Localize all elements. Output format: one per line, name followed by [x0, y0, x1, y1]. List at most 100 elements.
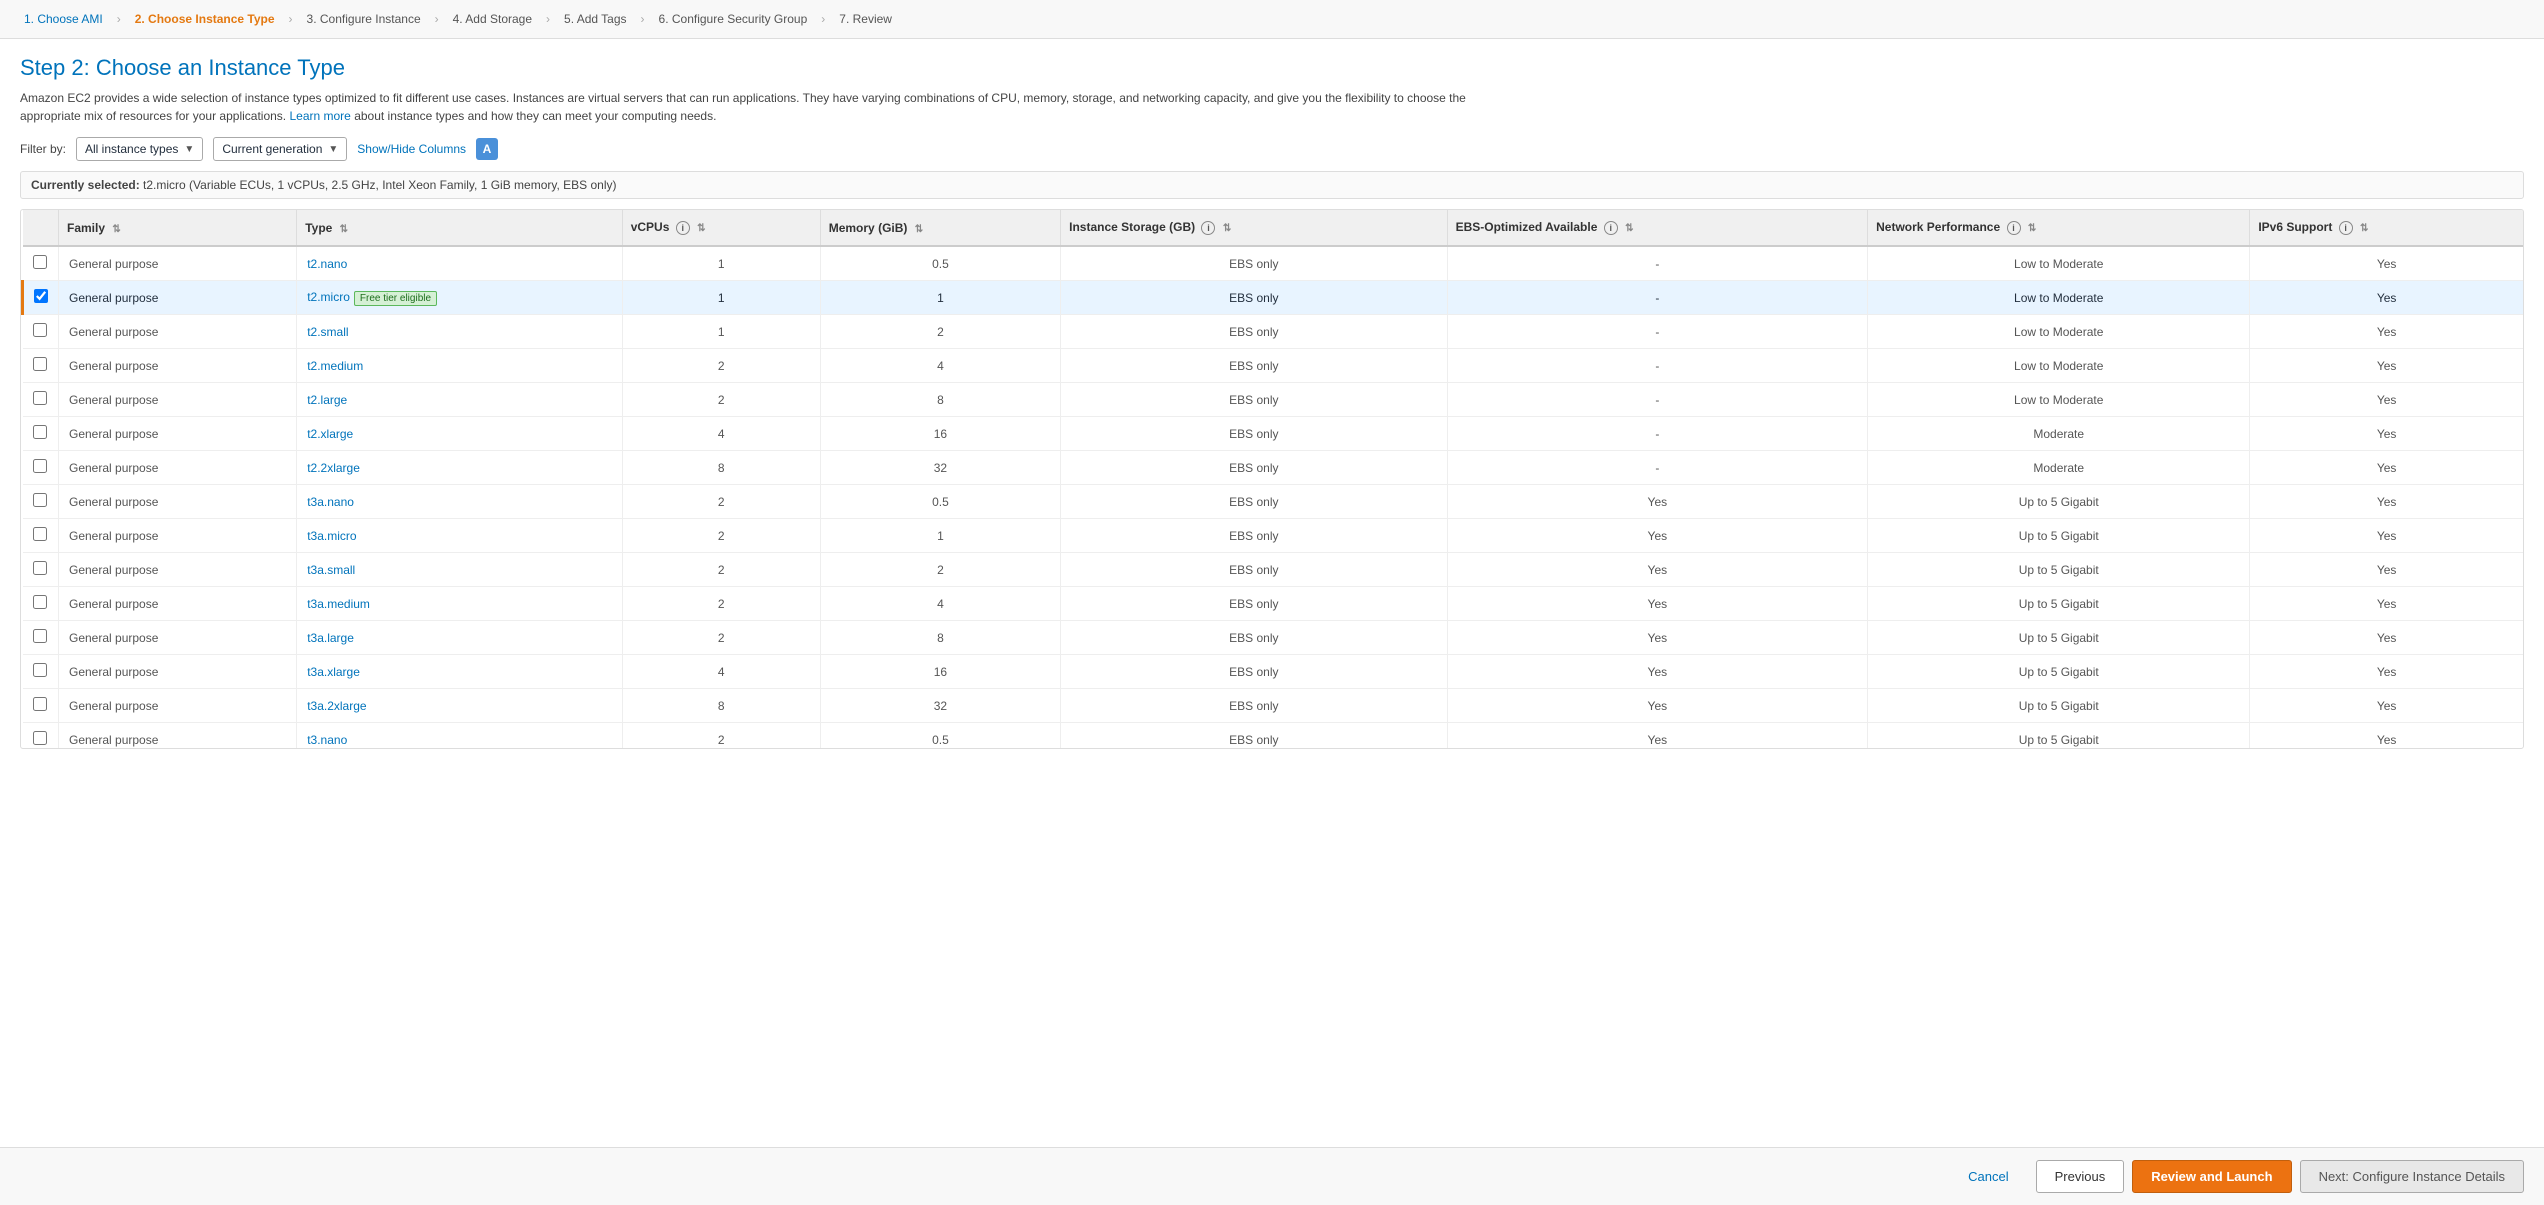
table-row[interactable]: General purposet3a.micro21EBS onlyYesUp …	[23, 519, 2524, 553]
type-cell[interactable]: t2.2xlarge	[297, 451, 623, 485]
review-and-launch-button[interactable]: Review and Launch	[2132, 1160, 2291, 1193]
nav-step-4[interactable]: 4. Add Storage	[445, 8, 540, 30]
row-checkbox[interactable]	[33, 595, 47, 609]
ipv6-info-icon[interactable]: i	[2339, 221, 2353, 235]
cancel-button[interactable]: Cancel	[1949, 1160, 2027, 1193]
type-link[interactable]: t2.xlarge	[307, 427, 353, 441]
row-checkbox-cell[interactable]	[23, 587, 59, 621]
vcpus-info-icon[interactable]: i	[676, 221, 690, 235]
type-cell[interactable]: t3a.large	[297, 621, 623, 655]
row-checkbox[interactable]	[33, 255, 47, 269]
type-link[interactable]: t2.small	[307, 325, 348, 339]
type-link[interactable]: t3a.nano	[307, 495, 354, 509]
type-link[interactable]: t3a.medium	[307, 597, 370, 611]
table-row[interactable]: General purposet3a.nano20.5EBS onlyYesUp…	[23, 485, 2524, 519]
row-checkbox[interactable]	[33, 459, 47, 473]
instance-type-filter[interactable]: All instance types ▼	[76, 137, 203, 161]
table-row[interactable]: General purposet3a.small22EBS onlyYesUp …	[23, 553, 2524, 587]
type-link[interactable]: t3a.large	[307, 631, 354, 645]
row-checkbox-cell[interactable]	[23, 655, 59, 689]
learn-more-link[interactable]: Learn more	[289, 109, 350, 123]
type-link[interactable]: t2.medium	[307, 359, 363, 373]
row-checkbox[interactable]	[33, 697, 47, 711]
ebs-info-icon[interactable]: i	[1604, 221, 1618, 235]
row-checkbox[interactable]	[33, 663, 47, 677]
table-row[interactable]: General purposet3a.large28EBS onlyYesUp …	[23, 621, 2524, 655]
next-button[interactable]: Next: Configure Instance Details	[2300, 1160, 2524, 1193]
row-checkbox-cell[interactable]	[23, 246, 59, 281]
type-cell[interactable]: t2.large	[297, 383, 623, 417]
type-sort-arrow[interactable]: ⇅	[340, 224, 348, 235]
type-cell[interactable]: t2.small	[297, 315, 623, 349]
row-checkbox-cell[interactable]	[23, 723, 59, 750]
row-checkbox-cell[interactable]	[23, 349, 59, 383]
ebs-sort-arrow[interactable]: ⇅	[1625, 223, 1633, 234]
nav-step-6[interactable]: 6. Configure Security Group	[651, 8, 816, 30]
type-cell[interactable]: t3a.2xlarge	[297, 689, 623, 723]
row-checkbox[interactable]	[33, 493, 47, 507]
ipv6-sort-arrow[interactable]: ⇅	[2360, 223, 2368, 234]
type-cell[interactable]: t3a.nano	[297, 485, 623, 519]
row-checkbox[interactable]	[33, 425, 47, 439]
row-checkbox[interactable]	[33, 357, 47, 371]
row-checkbox-cell[interactable]	[23, 689, 59, 723]
type-cell[interactable]: t2.microFree tier eligible	[297, 281, 623, 315]
row-checkbox-cell[interactable]	[23, 519, 59, 553]
row-checkbox-cell[interactable]	[23, 281, 59, 315]
storage-info-icon[interactable]: i	[1201, 221, 1215, 235]
row-checkbox-cell[interactable]	[23, 451, 59, 485]
table-row[interactable]: General purposet2.2xlarge832EBS only-Mod…	[23, 451, 2524, 485]
table-row[interactable]: General purposet2.microFree tier eligibl…	[23, 281, 2524, 315]
row-checkbox-cell[interactable]	[23, 553, 59, 587]
type-link[interactable]: t2.micro	[307, 290, 350, 304]
storage-sort-arrow[interactable]: ⇅	[1223, 223, 1231, 234]
type-cell[interactable]: t3a.xlarge	[297, 655, 623, 689]
type-link[interactable]: t2.large	[307, 393, 347, 407]
nav-step-7[interactable]: 7. Review	[831, 8, 900, 30]
type-cell[interactable]: t3a.micro	[297, 519, 623, 553]
table-row[interactable]: General purposet2.large28EBS only-Low to…	[23, 383, 2524, 417]
memory-sort-arrow[interactable]: ⇅	[915, 224, 923, 235]
row-checkbox[interactable]	[33, 731, 47, 745]
type-link[interactable]: t2.nano	[307, 257, 347, 271]
table-row[interactable]: General purposet2.small12EBS only-Low to…	[23, 315, 2524, 349]
row-checkbox-cell[interactable]	[23, 417, 59, 451]
row-checkbox[interactable]	[33, 629, 47, 643]
nav-step-1[interactable]: 1. Choose AMI	[16, 8, 111, 30]
previous-button[interactable]: Previous	[2036, 1160, 2125, 1193]
row-checkbox[interactable]	[34, 289, 48, 303]
type-link[interactable]: t3a.2xlarge	[307, 699, 366, 713]
row-checkbox-cell[interactable]	[23, 485, 59, 519]
type-link[interactable]: t3.nano	[307, 733, 347, 747]
type-link[interactable]: t3a.xlarge	[307, 665, 360, 679]
type-cell[interactable]: t3a.small	[297, 553, 623, 587]
table-row[interactable]: General purposet3a.xlarge416EBS onlyYesU…	[23, 655, 2524, 689]
generation-filter[interactable]: Current generation ▼	[213, 137, 347, 161]
row-checkbox-cell[interactable]	[23, 383, 59, 417]
type-cell[interactable]: t3a.medium	[297, 587, 623, 621]
vcpus-sort-arrow[interactable]: ⇅	[697, 223, 705, 234]
table-row[interactable]: General purposet2.nano10.5EBS only-Low t…	[23, 246, 2524, 281]
type-link[interactable]: t3a.small	[307, 563, 355, 577]
type-cell[interactable]: t2.medium	[297, 349, 623, 383]
table-row[interactable]: General purposet3a.medium24EBS onlyYesUp…	[23, 587, 2524, 621]
row-checkbox[interactable]	[33, 391, 47, 405]
row-checkbox[interactable]	[33, 561, 47, 575]
row-checkbox[interactable]	[33, 323, 47, 337]
type-link[interactable]: t2.2xlarge	[307, 461, 360, 475]
family-sort-arrow[interactable]: ⇅	[112, 224, 120, 235]
type-cell[interactable]: t3.nano	[297, 723, 623, 750]
row-checkbox-cell[interactable]	[23, 315, 59, 349]
row-checkbox-cell[interactable]	[23, 621, 59, 655]
show-hide-columns-button[interactable]: Show/Hide Columns	[357, 142, 466, 156]
type-cell[interactable]: t2.nano	[297, 246, 623, 281]
table-row[interactable]: General purposet3.nano20.5EBS onlyYesUp …	[23, 723, 2524, 750]
table-row[interactable]: General purposet2.xlarge416EBS only-Mode…	[23, 417, 2524, 451]
table-row[interactable]: General purposet3a.2xlarge832EBS onlyYes…	[23, 689, 2524, 723]
type-cell[interactable]: t2.xlarge	[297, 417, 623, 451]
nav-step-3[interactable]: 3. Configure Instance	[299, 8, 429, 30]
type-link[interactable]: t3a.micro	[307, 529, 356, 543]
nav-step-5[interactable]: 5. Add Tags	[556, 8, 635, 30]
network-info-icon[interactable]: i	[2007, 221, 2021, 235]
table-row[interactable]: General purposet2.medium24EBS only-Low t…	[23, 349, 2524, 383]
